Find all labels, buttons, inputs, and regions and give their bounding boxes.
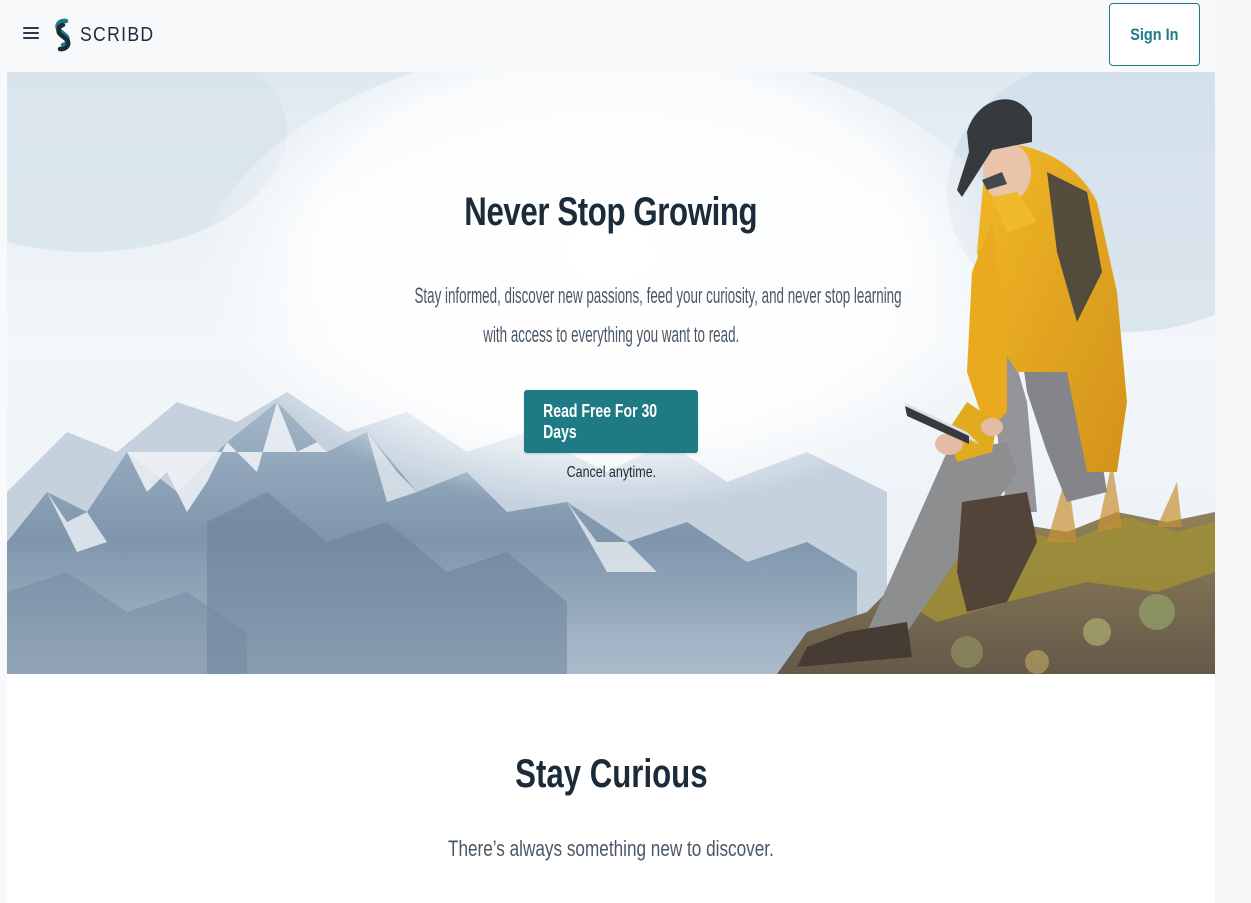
- scribd-logo[interactable]: SCRIBD: [52, 18, 165, 52]
- hero-subtitle-line-2: with access to everything you want to re…: [483, 322, 739, 347]
- read-free-label: Read Free For 30 Days: [543, 400, 658, 442]
- hamburger-menu-icon[interactable]: [23, 26, 39, 40]
- hero-subtitle: Stay informed, discover new passions, fe…: [271, 276, 951, 354]
- stay-curious-subtitle: There’s always something new to discover…: [448, 836, 774, 861]
- cancel-anytime-note: Cancel anytime.: [566, 464, 656, 481]
- page: SCRIBD Sign In Never Stop Growing Stay i…: [0, 0, 1251, 903]
- logo-wordmark: SCRIBD: [80, 23, 155, 46]
- stay-curious-heading: Stay Curious: [514, 752, 708, 796]
- hero-banner: Never Stop Growing Stay informed, discov…: [7, 72, 1215, 674]
- read-free-button[interactable]: Read Free For 30 Days: [524, 390, 698, 453]
- hero-copy: Never Stop Growing Stay informed, discov…: [7, 72, 1215, 674]
- right-gutter: [1215, 0, 1251, 903]
- scribd-logo-icon: [55, 18, 71, 52]
- content-area: SCRIBD Sign In Never Stop Growing Stay i…: [7, 0, 1215, 903]
- sign-in-label: Sign In: [1130, 24, 1179, 44]
- hero-title: Never Stop Growing: [464, 190, 758, 234]
- top-header: SCRIBD Sign In: [7, 0, 1215, 72]
- sign-in-button[interactable]: Sign In: [1109, 3, 1200, 66]
- hero-subtitle-line-1: Stay informed, discover new passions, fe…: [414, 283, 902, 308]
